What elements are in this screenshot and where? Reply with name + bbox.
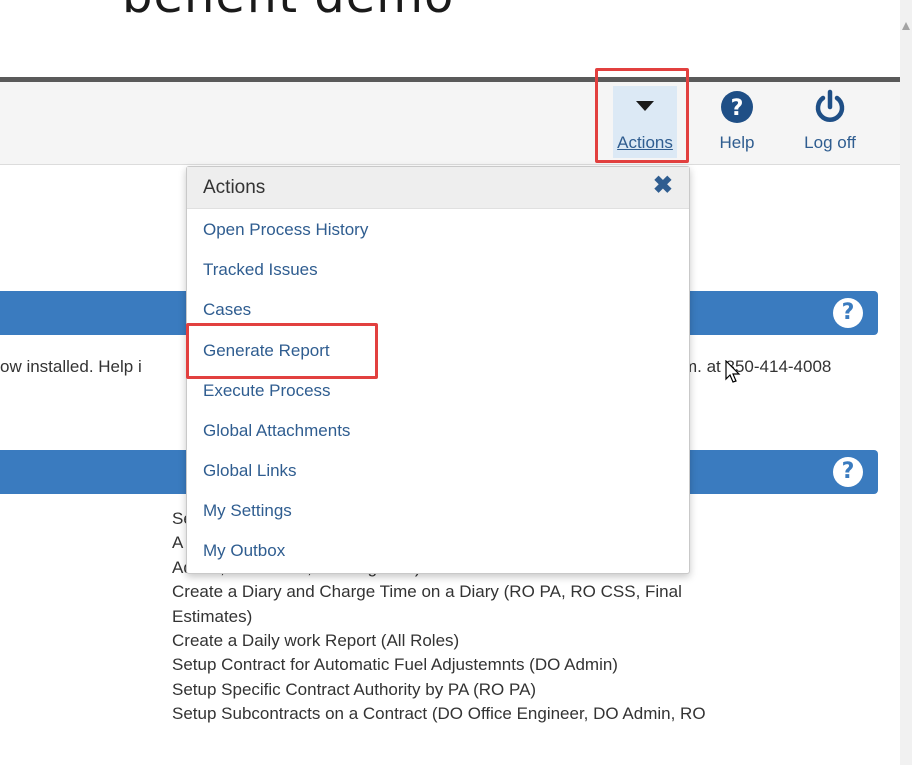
panel-help-icon[interactable]: ? <box>833 298 863 328</box>
close-icon[interactable]: ✖ <box>653 174 673 198</box>
menu-item-cases[interactable]: Cases <box>203 300 251 320</box>
menu-item-execute-process[interactable]: Execute Process <box>203 381 331 401</box>
scroll-up-arrow-icon[interactable] <box>902 22 910 30</box>
notice-text-left: ow installed. Help i <box>0 357 142 376</box>
list-item[interactable]: Estimates) <box>172 605 892 629</box>
notice-text-right: m. at 850-414-4008 <box>683 357 832 376</box>
logoff-label: Log off <box>804 133 856 152</box>
svg-text:?: ? <box>731 96 744 121</box>
list-item[interactable]: Create a Diary and Charge Time on a Diar… <box>172 580 892 604</box>
menu-item-tracked-issues[interactable]: Tracked Issues <box>203 260 318 280</box>
menu-item-my-settings[interactable]: My Settings <box>203 501 292 521</box>
help-label: Help <box>719 133 755 152</box>
vertical-scrollbar[interactable] <box>900 0 912 765</box>
page-heading: benefit demo <box>122 0 454 24</box>
power-icon <box>790 88 870 128</box>
header-bar <box>0 82 900 165</box>
panel-help-icon[interactable]: ? <box>833 457 863 487</box>
actions-menu-header: Actions ✖ <box>187 167 689 209</box>
list-item[interactable]: Setup Specific Contract Authority by PA … <box>172 678 892 702</box>
help-button[interactable]: ? Help <box>711 86 763 158</box>
menu-item-global-links[interactable]: Global Links <box>203 461 297 481</box>
question-circle-icon: ? <box>711 88 763 128</box>
menu-item-my-outbox[interactable]: My Outbox <box>203 541 285 561</box>
menu-item-open-process-history[interactable]: Open Process History <box>203 220 368 240</box>
menu-item-global-attachments[interactable]: Global Attachments <box>203 421 350 441</box>
actions-highlight-box <box>595 68 689 163</box>
list-item[interactable]: Setup Subcontracts on a Contract (DO Off… <box>172 702 892 726</box>
mouse-cursor-icon <box>725 359 741 389</box>
actions-menu-title: Actions <box>203 177 266 198</box>
list-item[interactable]: Create a Daily work Report (All Roles) <box>172 629 892 653</box>
generate-report-highlight-box <box>186 323 378 379</box>
list-item[interactable]: Setup Contract for Automatic Fuel Adjust… <box>172 653 892 677</box>
logoff-button[interactable]: Log off <box>790 86 870 158</box>
